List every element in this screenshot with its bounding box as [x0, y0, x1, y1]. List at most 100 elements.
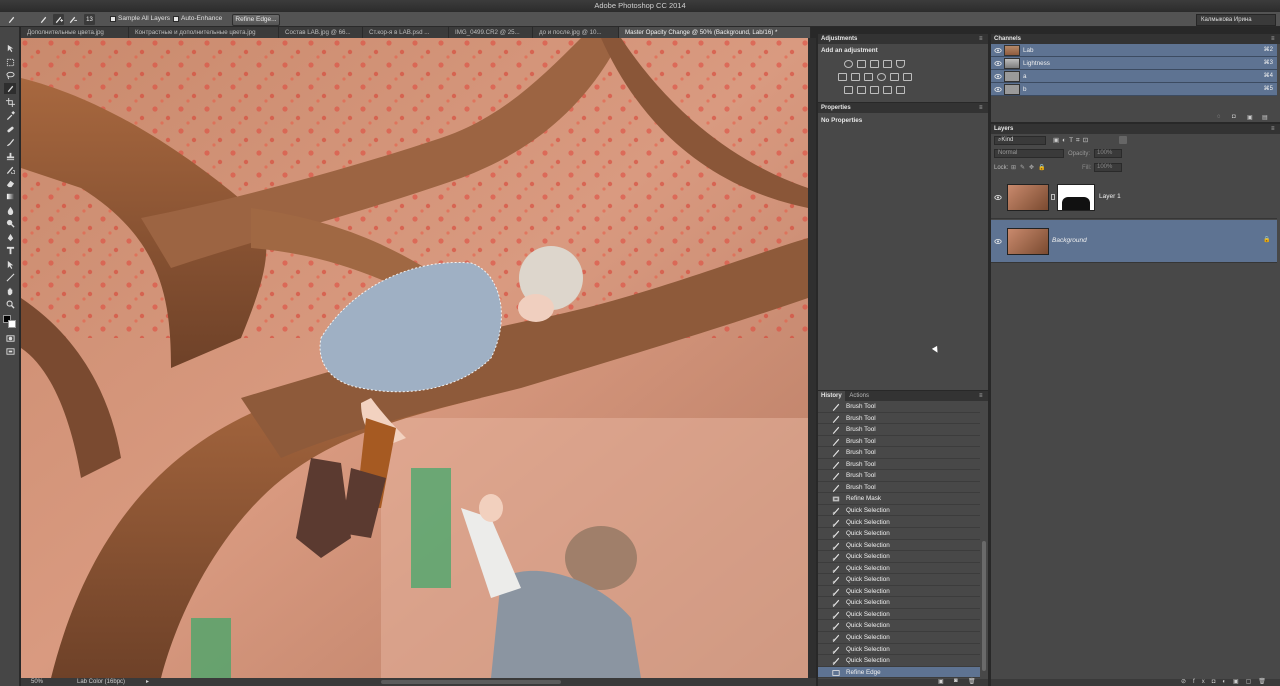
visibility-eye-icon[interactable] [994, 73, 1002, 80]
photo-filter-icon[interactable] [877, 73, 886, 81]
tab-document-3[interactable]: Состав LAB.jpg @ 66... [279, 27, 363, 38]
quick-selection-tool-icon[interactable] [4, 83, 16, 94]
history-item[interactable]: Quick Selection [818, 597, 980, 609]
brush-size-picker[interactable]: 13 [84, 14, 95, 25]
panel-menu-icon[interactable]: ≡ [1271, 36, 1277, 42]
lock-icon[interactable]: 🔒 [1263, 236, 1270, 243]
channel-row-lab[interactable]: Lab ⌘2 [991, 44, 1277, 57]
history-item[interactable]: Brush Tool [818, 447, 980, 459]
blur-tool-icon[interactable] [4, 205, 16, 216]
tab-document-active[interactable]: Master Opacity Change @ 50% (Background,… [619, 27, 811, 38]
visibility-eye-icon[interactable] [994, 194, 1002, 201]
layer-mask-thumbnail[interactable] [1057, 184, 1095, 211]
lock-icons[interactable]: ⊞✎✥🔒 [1011, 164, 1050, 171]
add-to-selection-icon[interactable] [53, 14, 64, 25]
visibility-eye-icon[interactable] [994, 60, 1002, 67]
layer-row-layer-1[interactable]: Layer 1 [991, 176, 1277, 219]
hand-tool-icon[interactable] [4, 286, 16, 297]
canvas-vertical-scrollbar[interactable] [808, 38, 816, 678]
document-canvas[interactable] [21, 38, 808, 678]
panel-menu-icon[interactable]: ≡ [1271, 126, 1277, 132]
crop-tool-icon[interactable] [4, 97, 16, 108]
history-item[interactable]: Brush Tool [818, 458, 980, 471]
brush-tool-icon[interactable] [4, 137, 16, 148]
auto-enhance-checkbox[interactable] [173, 16, 179, 22]
panel-menu-icon[interactable]: ≡ [979, 36, 985, 42]
mask-link-icon[interactable] [1051, 194, 1055, 200]
status-menu-arrow-icon[interactable]: ▸ [146, 678, 149, 685]
path-selection-tool-icon[interactable] [4, 259, 16, 270]
refine-edge-button[interactable]: Refine Edge... [232, 13, 280, 26]
eraser-tool-icon[interactable] [4, 178, 16, 189]
history-item[interactable]: Quick Selection [818, 551, 980, 563]
user-account-field[interactable]: Калмыкова Ирина [1196, 13, 1276, 26]
history-item[interactable]: Quick Selection [818, 504, 980, 517]
gradient-tool-icon[interactable] [4, 191, 16, 202]
vibrance-icon[interactable] [896, 60, 905, 68]
tab-document-6[interactable]: до и после.jpg @ 10... [533, 27, 619, 38]
healing-brush-tool-icon[interactable] [4, 124, 16, 135]
load-channel-as-selection-icon[interactable]: ◌ [1217, 114, 1221, 120]
save-selection-as-channel-icon[interactable]: ◘ [1232, 114, 1236, 120]
marquee-tool-icon[interactable] [4, 57, 16, 68]
zoom-tool-icon[interactable] [4, 299, 16, 310]
black-white-icon[interactable] [864, 73, 873, 81]
invert-icon[interactable] [844, 86, 853, 94]
posterize-icon[interactable] [857, 86, 866, 94]
history-item[interactable]: Quick Selection [818, 585, 980, 598]
tab-document-1[interactable]: Дополнительные цвета.jpg [21, 27, 129, 38]
tab-history[interactable]: History [818, 391, 845, 401]
brightness-contrast-icon[interactable] [844, 60, 853, 68]
history-item[interactable]: Quick Selection [818, 643, 980, 656]
lasso-tool-icon[interactable] [4, 70, 16, 81]
history-item[interactable]: Brush Tool [818, 435, 980, 448]
new-snapshot-icon[interactable]: ◙ [954, 678, 958, 684]
layer-filter-kind-select[interactable]: ⌕Kind [994, 136, 1046, 145]
clone-stamp-tool-icon[interactable] [4, 151, 16, 162]
panel-menu-icon[interactable]: ≡ [979, 393, 985, 399]
visibility-eye-icon[interactable] [994, 238, 1002, 245]
delete-state-icon[interactable]: 🗑 [968, 678, 976, 685]
subtract-from-selection-icon[interactable] [67, 14, 78, 25]
history-item[interactable]: Quick Selection [818, 539, 980, 552]
channel-row-lightness[interactable]: Lightness ⌘3 [991, 57, 1277, 70]
history-item[interactable]: Quick Selection [818, 516, 980, 528]
history-brush-tool-icon[interactable] [4, 164, 16, 175]
visibility-eye-icon[interactable] [994, 86, 1002, 93]
sample-all-layers-checkbox[interactable] [110, 16, 116, 22]
exposure-icon[interactable] [883, 60, 892, 68]
curves-icon[interactable] [870, 60, 879, 68]
history-item[interactable]: Brush Tool [818, 470, 980, 482]
visibility-eye-icon[interactable] [994, 47, 1002, 54]
gradient-map-icon[interactable] [883, 86, 892, 94]
color-balance-icon[interactable] [851, 73, 860, 81]
document-info[interactable]: Lab Color (16bpc) [77, 679, 125, 685]
new-document-from-state-icon[interactable]: ▣ [938, 678, 944, 685]
opacity-input[interactable]: 100% [1094, 149, 1122, 158]
eyedropper-tool-icon[interactable] [4, 110, 16, 121]
zoom-level[interactable]: 50% [31, 679, 43, 685]
channel-mixer-icon[interactable] [890, 73, 899, 81]
fill-input[interactable]: 100% [1094, 163, 1122, 172]
history-scrollbar[interactable] [982, 541, 986, 671]
selective-color-icon[interactable] [896, 86, 905, 94]
history-item[interactable]: Refine Edge [818, 666, 980, 679]
history-item[interactable]: Brush Tool [818, 481, 980, 494]
tab-document-5[interactable]: IMG_0499.CR2 @ 25... [449, 27, 533, 38]
new-channel-icon[interactable]: ▣ [1247, 114, 1253, 121]
canvas-horizontal-scrollbar[interactable] [381, 680, 561, 684]
panel-menu-icon[interactable]: ≡ [979, 105, 985, 111]
tool-preset-icon[interactable] [6, 14, 17, 25]
new-selection-icon[interactable] [38, 14, 49, 25]
background-color-swatch[interactable] [8, 320, 16, 328]
line-tool-icon[interactable] [4, 272, 16, 283]
hue-saturation-icon[interactable] [838, 73, 847, 81]
history-item[interactable]: Brush Tool [818, 424, 980, 436]
history-item[interactable]: Brush Tool [818, 412, 980, 425]
tab-document-2[interactable]: Контрастные и дополнительные цвета.jpg [129, 27, 279, 38]
history-item[interactable]: Quick Selection [818, 620, 980, 632]
history-item[interactable]: Quick Selection [818, 608, 980, 621]
history-item[interactable]: Quick Selection [818, 632, 980, 644]
levels-icon[interactable] [857, 60, 866, 68]
pen-tool-icon[interactable] [4, 232, 16, 243]
